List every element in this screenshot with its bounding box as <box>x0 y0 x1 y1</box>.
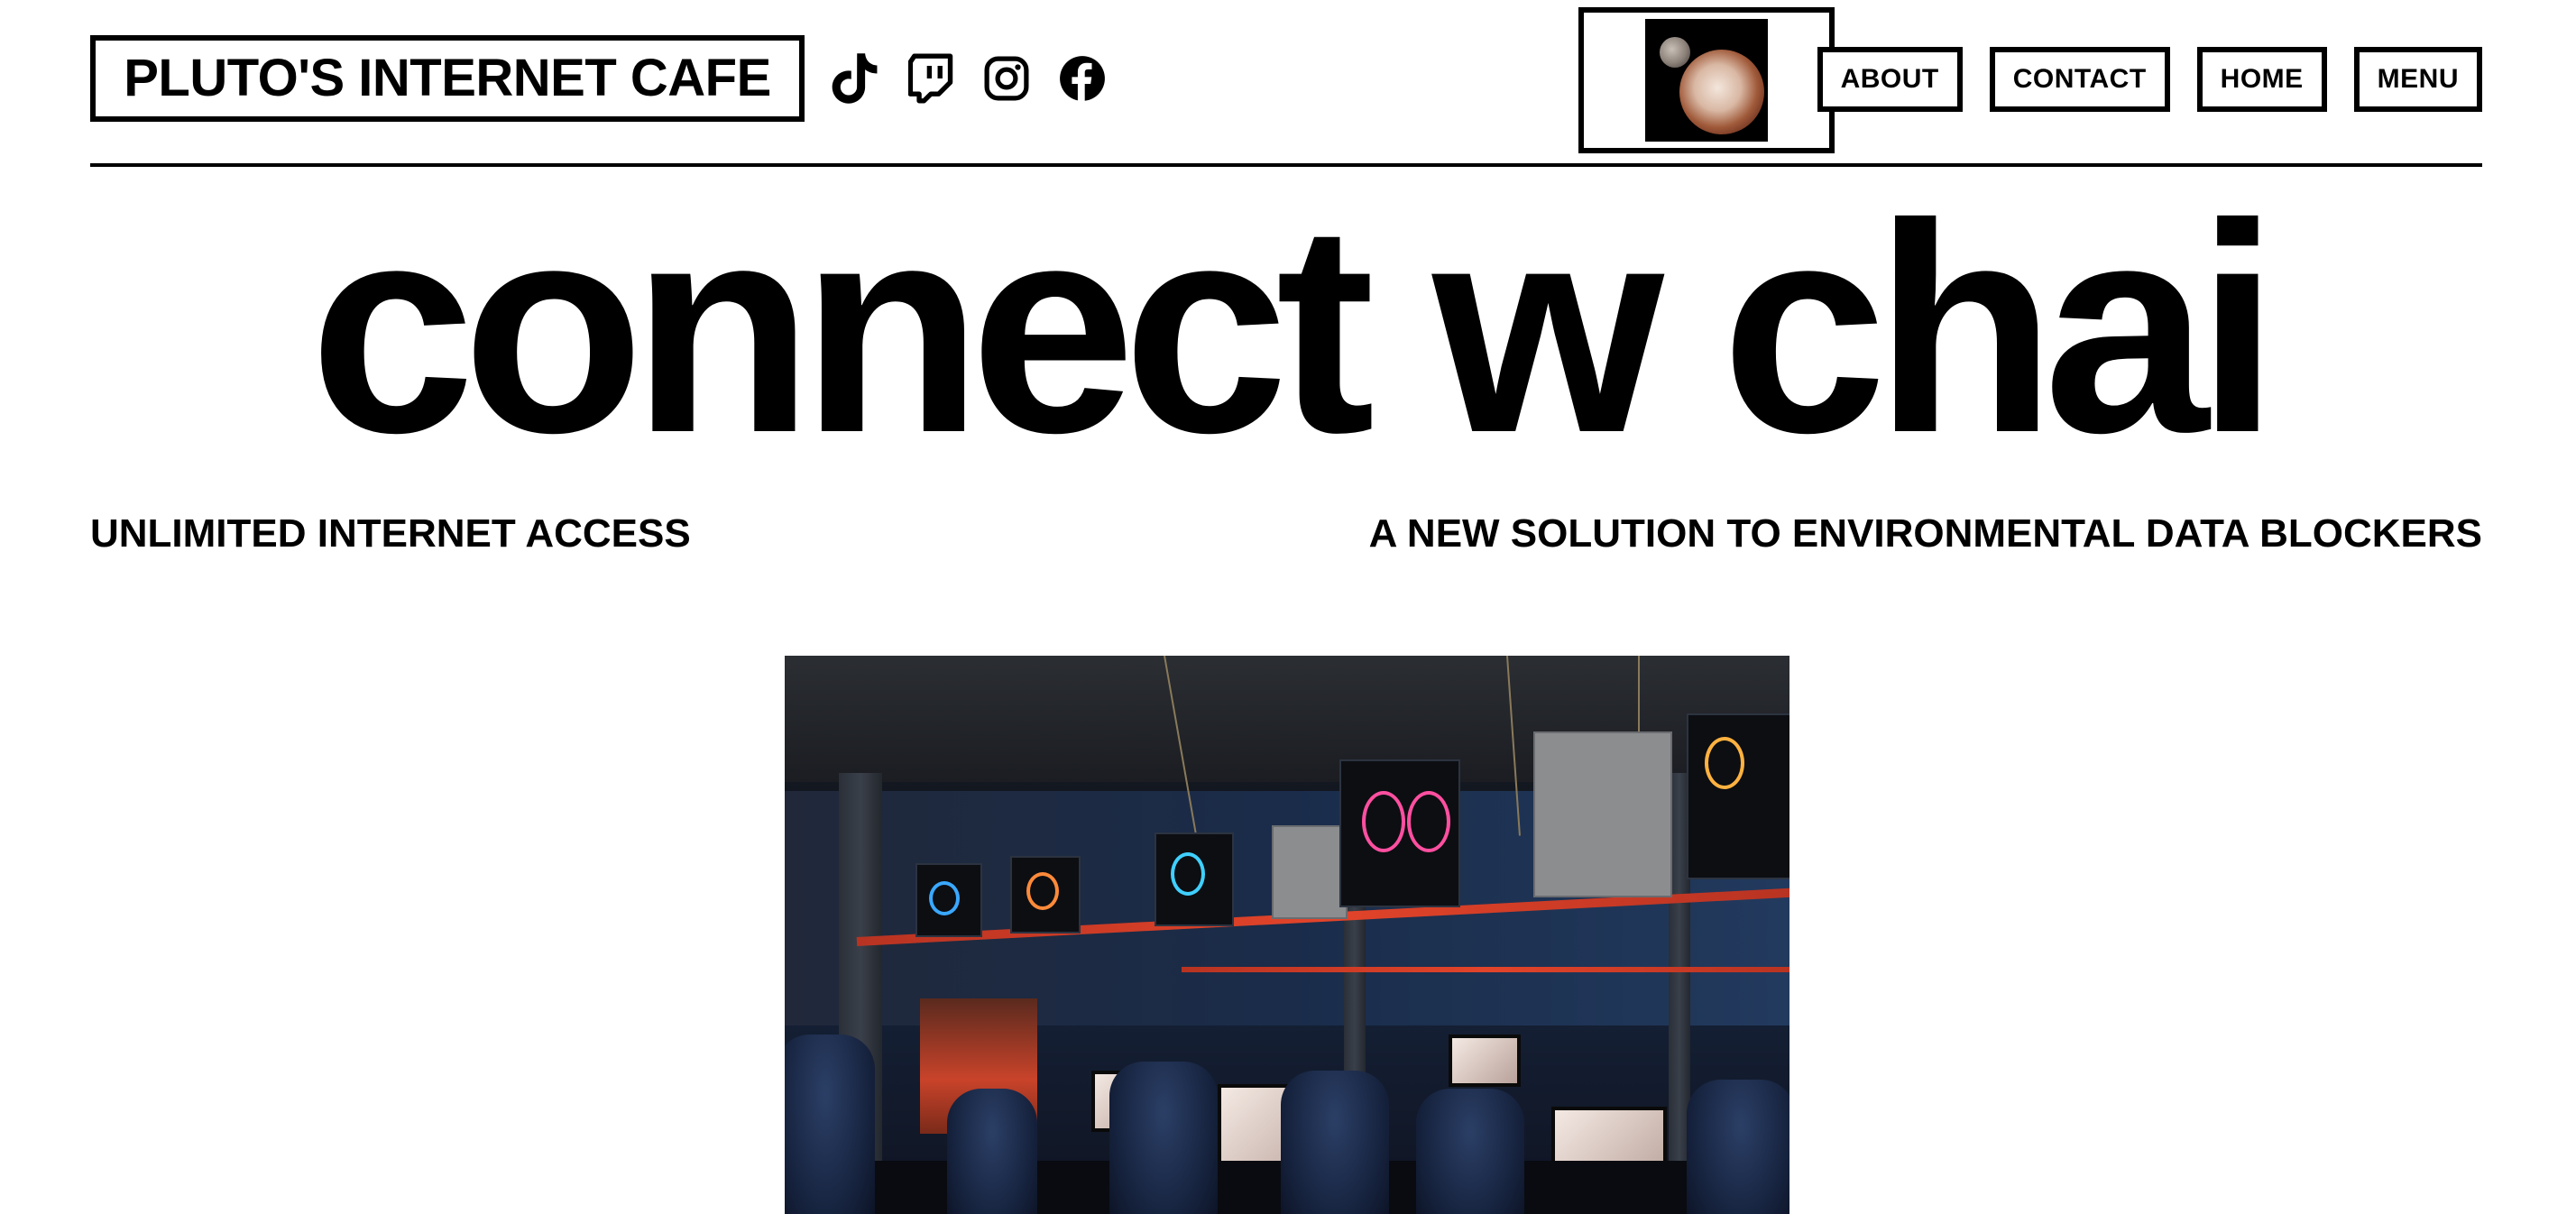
photo-monitor <box>1449 1035 1521 1087</box>
photo-neon <box>1026 872 1059 910</box>
photo-chair <box>785 1035 875 1214</box>
photo-shelf <box>1182 967 1789 972</box>
gaming-cafe-photo <box>785 656 1789 1214</box>
tiktok-icon[interactable] <box>830 51 880 106</box>
social-links <box>830 51 1108 106</box>
hero-title: connect w chai <box>309 161 2279 494</box>
facebook-icon[interactable] <box>1057 51 1108 106</box>
photo-pc <box>1533 731 1672 897</box>
photo-neon <box>1407 791 1450 852</box>
logo-frame[interactable] <box>1578 7 1835 153</box>
nav-about-button[interactable]: ABOUT <box>1817 47 1963 112</box>
photo-neon <box>1362 791 1405 852</box>
tagline-right: A NEW SOLUTION TO ENVIRONMENTAL DATA BLO… <box>1368 511 2482 556</box>
photo-chair <box>1281 1071 1389 1214</box>
pluto-planet-image <box>1645 19 1768 142</box>
photo-neon <box>1705 737 1744 789</box>
instagram-icon[interactable] <box>981 51 1032 106</box>
photo-cable <box>1638 656 1640 737</box>
photo-chair <box>947 1089 1037 1214</box>
tagline-left: UNLIMITED INTERNET ACCESS <box>90 511 691 556</box>
pluto-planet <box>1679 50 1764 134</box>
brand-title[interactable]: PLUTO'S INTERNET CAFE <box>90 35 805 122</box>
photo-chair <box>1687 1080 1789 1214</box>
photo-pc <box>1687 713 1789 879</box>
twitch-icon[interactable] <box>906 51 956 106</box>
nav-contact-button[interactable]: CONTACT <box>1989 47 2170 112</box>
nav-home-button[interactable]: HOME <box>2196 47 2327 112</box>
photo-chair <box>1416 1089 1524 1214</box>
photo-neon <box>929 881 960 915</box>
photo-chair <box>1109 1062 1218 1214</box>
nav-menu-button[interactable]: MENU <box>2353 47 2482 112</box>
photo-pc <box>1272 825 1348 919</box>
charon-moon <box>1660 37 1690 68</box>
photo-neon <box>1171 852 1205 896</box>
main-nav: ABOUT CONTACT HOME MENU <box>1817 47 2482 112</box>
